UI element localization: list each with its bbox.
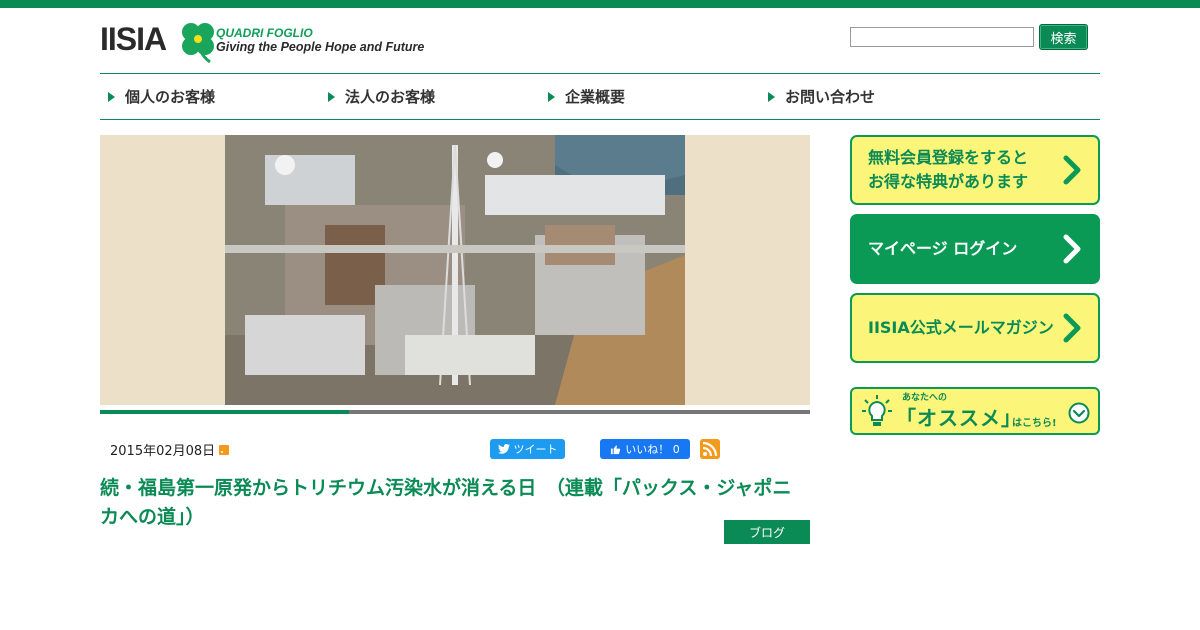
clover-icon: [182, 23, 214, 64]
thumbs-up-icon: [611, 444, 621, 454]
site-logo[interactable]: IISIA QUADRI FOGLIO Giving the People Ho…: [100, 20, 430, 66]
logo-tagline-top: QUADRI FOGLIO: [216, 26, 313, 40]
nav-item-label: 法人のお客様: [345, 88, 436, 106]
like-label: いいね！ 0: [625, 443, 680, 456]
nav-item-label: 企業概要: [565, 88, 626, 106]
chevron-right-icon: [1063, 234, 1081, 264]
triangle-right-icon: [108, 91, 115, 102]
banner-text: マイページ ログイン: [868, 239, 1018, 258]
top-accent-bar: [0, 0, 1200, 8]
nav-item-company[interactable]: 企業概要: [548, 74, 625, 119]
main-nav: 個人のお客様 法人のお客様 企業概要 お問い合わせ: [100, 73, 1100, 120]
logo-tagline: Giving the People Hope and Future: [216, 40, 425, 54]
rss-icon[interactable]: [219, 444, 230, 455]
nav-item-corporate[interactable]: 法人のお客様: [328, 74, 435, 119]
nav-item-label: 個人のお客様: [125, 88, 216, 106]
chevron-right-icon: [1063, 313, 1081, 343]
post-title[interactable]: 続・福島第一原発からトリチウム汚染水が消える日 （連載「パックス・ジャポニカへの…: [100, 474, 810, 532]
facebook-like-button[interactable]: いいね！ 0: [600, 439, 690, 459]
reco-tail: はこちら!: [1012, 418, 1057, 429]
chevron-right-icon: [1063, 155, 1081, 185]
nav-item-contact[interactable]: お問い合わせ: [768, 74, 875, 119]
tweet-label: ツイート: [513, 443, 558, 456]
nav-item-label: お問い合わせ: [785, 88, 876, 106]
search-button[interactable]: 検索: [1039, 24, 1088, 50]
chevron-down-circle-icon: [1068, 402, 1090, 424]
search-input[interactable]: [850, 27, 1034, 47]
post-date-text: 2015年02月08日: [110, 444, 216, 459]
banner-text: 無料会員登録をすると お得な特典があります: [852, 146, 1058, 194]
banner-text: IISIA公式メールマガジン: [868, 318, 1054, 337]
lightbulb-icon: [862, 395, 892, 426]
triangle-right-icon: [328, 91, 335, 102]
category-tag[interactable]: ブログ: [724, 520, 810, 544]
triangle-right-icon: [768, 91, 775, 102]
banner-text-line: お得な特典があります: [868, 172, 1029, 191]
slider-progress-fill: [100, 410, 349, 414]
member-signup-banner[interactable]: 無料会員登録をすると お得な特典があります: [850, 135, 1100, 205]
hero-photo-nuclear-plant: [225, 135, 685, 405]
reco-title: 「オススメ」: [896, 406, 1022, 430]
recommendations-banner[interactable]: あなたへの 「オススメ」 はこちら!: [850, 387, 1100, 435]
newsletter-banner[interactable]: IISIA公式メールマガジン: [850, 293, 1100, 363]
logo-wordmark: IISIA: [100, 21, 167, 57]
hero-slider[interactable]: [100, 135, 810, 405]
slider-progress-track[interactable]: [100, 410, 810, 414]
nav-item-personal[interactable]: 個人のお客様: [108, 74, 215, 119]
post-date: 2015年02月08日: [110, 440, 230, 459]
twitter-bird-icon: [497, 444, 510, 454]
rss-feed-icon[interactable]: [700, 439, 720, 459]
mypage-login-banner[interactable]: マイページ ログイン: [850, 214, 1100, 284]
triangle-right-icon: [548, 91, 555, 102]
banner-text-line: 無料会員登録をすると: [868, 148, 1029, 167]
tweet-button[interactable]: ツイート: [490, 439, 565, 459]
